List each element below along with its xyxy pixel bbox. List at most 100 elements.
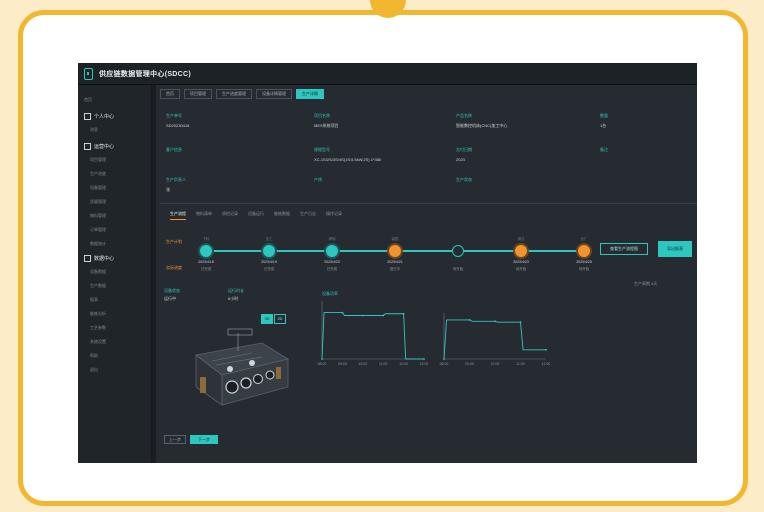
timeline-node[interactable] xyxy=(389,245,401,257)
sub-tab[interactable]: 能耗数据 xyxy=(274,211,290,220)
info-field: 交付日期 2023 xyxy=(456,147,472,162)
tab[interactable]: 生产进度管理 xyxy=(216,89,252,99)
data-point xyxy=(361,314,364,317)
line-chart: 设备功率 08:00 09:00 10:00 11:00 12:00 13:00 xyxy=(318,290,428,366)
timeline-node-date: 2023/4/19 xyxy=(261,260,277,264)
data-point xyxy=(382,314,385,317)
sidebar-item[interactable]: 工艺参数 xyxy=(90,325,106,331)
sub-tab-bar: 生产流程 物料清单 质检记录 设备运行 能耗数据 生产日志 操作记录 xyxy=(170,211,342,220)
data-point xyxy=(341,311,344,314)
sidebar-item[interactable]: 生产进度 xyxy=(90,171,106,177)
timeline-node-status: 待开始 xyxy=(578,267,590,271)
sidebar-item[interactable]: 设备数据 xyxy=(90,269,106,275)
data-point xyxy=(519,321,522,324)
sidebar-item[interactable]: 设备管理 xyxy=(90,185,106,191)
timeline-node-status: 待开始 xyxy=(515,267,527,271)
info-field: 生产负责人张 xyxy=(166,177,186,192)
info-field: 项目名称 MES系统项目 xyxy=(314,113,339,128)
sidebar-item[interactable]: 订单管理 xyxy=(90,227,106,233)
sub-tab[interactable]: 物料清单 xyxy=(196,211,212,220)
sub-tab[interactable]: 操作记录 xyxy=(326,211,342,220)
next-button[interactable]: 下一步 xyxy=(190,435,218,444)
x-tick-label: 10:00 xyxy=(358,362,367,366)
info-field: 备注 xyxy=(600,147,608,152)
tab[interactable]: 生产详情 xyxy=(296,89,324,99)
tab[interactable]: 设备详情管理 xyxy=(256,89,292,99)
x-tick-label: 12:00 xyxy=(542,362,550,366)
logo-icon xyxy=(84,67,93,80)
sidebar-item[interactable]: 帮助 xyxy=(90,353,98,359)
sidebar-item[interactable]: 首页 xyxy=(84,97,92,103)
data-point xyxy=(468,319,471,321)
sidebar-item[interactable]: 运营中心 xyxy=(84,143,114,150)
data-point xyxy=(402,312,405,315)
sidebar-item[interactable]: 数据中心 xyxy=(84,255,114,262)
timeline-node-status: 已完成 xyxy=(263,267,275,271)
timeline-step-name: 装配 xyxy=(391,237,399,241)
sidebar-item[interactable]: 能耗分析 xyxy=(90,311,106,317)
series-line xyxy=(443,319,546,360)
info-field: 产线 xyxy=(314,177,322,182)
export-button[interactable]: 导出报表 xyxy=(658,241,692,257)
x-tick-label: 13:00 xyxy=(420,362,428,366)
sidebar-item[interactable]: 系统设置 xyxy=(90,339,106,345)
info-field: 数量 1台 xyxy=(600,113,608,128)
prev-button[interactable]: 上一步 xyxy=(164,435,186,444)
section-divider xyxy=(160,203,697,204)
x-tick-label: 08:00 xyxy=(318,362,327,366)
info-field: 生产状态 xyxy=(456,177,472,182)
timeline-node[interactable] xyxy=(200,245,212,257)
sidebar-item[interactable]: 数据统计 xyxy=(90,241,106,247)
sidebar-item[interactable]: 物料管理 xyxy=(90,213,106,219)
timeline-node[interactable] xyxy=(452,245,464,257)
line-chart: 08:00 09:00 10:00 11:00 12:00 xyxy=(440,313,550,366)
data-point xyxy=(494,320,496,323)
toggle-2d-button[interactable]: 2D xyxy=(274,314,286,324)
sidebar: 首页个人中心消息运营中心项目管理生产进度设备管理质量管理物料管理订单管理数据统计… xyxy=(78,85,152,463)
info-field: 生产单号 SD20230418 xyxy=(166,113,190,128)
x-tick-label: 08:00 xyxy=(440,362,449,366)
title-bar: 供应链数据管理中心(SDCC) xyxy=(78,63,697,85)
view-flow-button[interactable]: 查看生产流程图 xyxy=(600,243,648,255)
timeline-step-name: 下料 xyxy=(202,237,210,241)
tab[interactable]: 首页 xyxy=(160,89,180,99)
data-point xyxy=(321,358,323,360)
tab[interactable]: 项目管理 xyxy=(184,89,212,99)
sidebar-item[interactable]: 报表 xyxy=(90,297,98,303)
timeline-node[interactable] xyxy=(578,245,590,257)
chart-load: 08:00 09:00 10:00 11:00 12:00 xyxy=(430,301,550,377)
sub-tab[interactable]: 设备运行 xyxy=(248,211,264,220)
timeline-node-date: 2023/4/25 xyxy=(576,260,592,264)
sidebar-item[interactable]: 消息 xyxy=(90,127,98,133)
info-field: 客户信息 xyxy=(166,147,182,152)
sidebar-item[interactable]: 生产数据 xyxy=(90,283,106,289)
series-line xyxy=(321,312,424,360)
timeline-node-status: 待开始 xyxy=(452,267,464,271)
timeline-node-date: 2023/4/23 xyxy=(513,260,529,264)
app-screen: 供应链数据管理中心(SDCC) 首页 个人中心 消息 运营中心 项目管理 生产进度 设备管理… xyxy=(78,63,697,463)
timeline-step-name: 焊接 xyxy=(328,237,336,241)
info-field: 规格型号 XC-1S/2S/3S/4S(1S:5.5kW,2S) 1*380 xyxy=(314,147,382,162)
tab-bar: 首页 项目管理 生产进度管理 设备详情管理 生产详情 xyxy=(160,89,324,99)
timeline-node[interactable] xyxy=(326,245,338,257)
timeline-node-date: 2023/4/18 xyxy=(198,260,214,264)
sidebar-item[interactable]: 个人中心 xyxy=(84,113,114,120)
sidebar-item[interactable]: 项目管理 xyxy=(90,157,106,163)
data-point xyxy=(443,358,445,360)
timeline-node-date: 2023/4/21 xyxy=(387,260,403,264)
sub-tab[interactable]: 生产流程 xyxy=(170,211,186,220)
timeline-node[interactable] xyxy=(515,245,527,257)
cycle-note: 生产周期 8天 xyxy=(634,281,658,286)
timeline-node[interactable] xyxy=(263,245,275,257)
data-point xyxy=(423,358,425,360)
chart-power: 设备功率 08:00 09:00 10:00 11:00 12:00 13:00 xyxy=(308,289,428,377)
sidebar-item[interactable]: 退出 xyxy=(90,367,98,373)
timeline-node-status: 已完成 xyxy=(200,267,212,271)
stat-status: 设备状态 运行中 xyxy=(164,288,180,301)
sub-tab[interactable]: 生产日志 xyxy=(300,211,316,220)
sub-tab[interactable]: 质检记录 xyxy=(222,211,238,220)
toggle-3d-button[interactable]: 3D xyxy=(261,314,273,324)
sidebar-item[interactable]: 质量管理 xyxy=(90,199,106,205)
x-tick-label: 11:00 xyxy=(516,362,525,366)
chart-title: 设备功率 xyxy=(322,290,338,296)
